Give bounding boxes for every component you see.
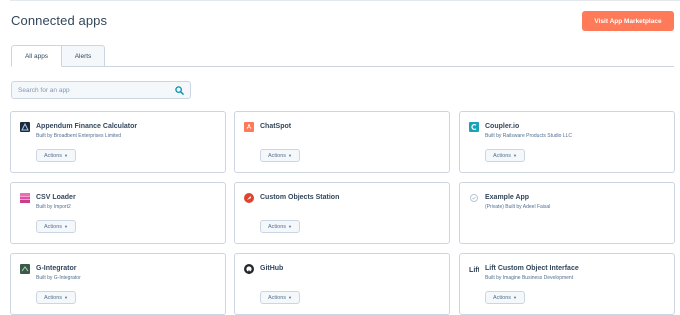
top-divider xyxy=(10,0,680,1)
page-header: Connected apps Visit App Marketplace xyxy=(11,11,674,35)
caret-down-icon: ▼ xyxy=(64,224,68,229)
app-card-example-app: Example App (Private) Built by Adeel Fai… xyxy=(459,182,675,244)
actions-button[interactable]: Actions ▼ xyxy=(36,291,76,304)
app-name: G-Integrator xyxy=(36,265,77,272)
actions-label: Actions xyxy=(492,152,512,159)
app-name: Lift Custom Object Interface xyxy=(485,265,579,272)
csv-loader-logo-icon xyxy=(20,193,30,203)
actions-label: Actions xyxy=(43,294,63,301)
caret-down-icon: ▼ xyxy=(288,224,292,229)
caret-down-icon: ▼ xyxy=(288,153,292,158)
app-builder: (Private) Built by Adeel Faisal xyxy=(485,204,551,210)
tab-alerts[interactable]: Alerts xyxy=(61,45,105,67)
search-box xyxy=(11,81,191,99)
actions-label: Actions xyxy=(492,294,512,301)
lift-logo-icon: Lift xyxy=(469,264,479,274)
app-card-csv-loader: CSV Loader Built by Import2 Actions ▼ xyxy=(10,182,226,244)
search-icon[interactable] xyxy=(172,83,186,97)
app-name: Custom Objects Station xyxy=(260,194,340,201)
app-card-custom-objects-station: Custom Objects Station Actions ▼ xyxy=(234,182,450,244)
app-name: Appendum Finance Calculator xyxy=(36,123,138,130)
app-card-lift: Lift Lift Custom Object Interface Built … xyxy=(459,253,675,315)
app-name: Coupler.io xyxy=(485,123,520,130)
actions-label: Actions xyxy=(267,294,287,301)
app-builder: Built by Broadbent Enterprises Limited xyxy=(36,133,122,139)
app-name: Example App xyxy=(485,194,530,201)
svg-text:Lift: Lift xyxy=(469,266,479,274)
chatspot-logo-icon xyxy=(244,122,254,132)
app-builder: Built by Railsware Products Studio LLC xyxy=(485,133,572,139)
actions-button[interactable]: Actions ▼ xyxy=(36,149,76,162)
appendum-logo-icon xyxy=(20,122,30,132)
caret-down-icon: ▼ xyxy=(64,295,68,300)
github-logo-icon xyxy=(244,264,254,274)
example-app-logo-icon xyxy=(469,193,479,203)
visit-app-marketplace-button[interactable]: Visit App Marketplace xyxy=(582,11,674,31)
app-card-chatspot: ChatSpot Actions ▼ xyxy=(234,111,450,173)
actions-button[interactable]: Actions ▼ xyxy=(260,291,300,304)
actions-label: Actions xyxy=(267,223,287,230)
app-card-github: GitHub Actions ▼ xyxy=(234,253,450,315)
app-builder: Built by Import2 xyxy=(36,204,71,210)
app-builder: Built by Imagine Business Development xyxy=(485,275,574,281)
coupler-logo-icon xyxy=(469,122,479,132)
actions-label: Actions xyxy=(43,223,63,230)
tab-all-apps[interactable]: All apps xyxy=(11,45,62,67)
page-title: Connected apps xyxy=(11,13,108,28)
app-card-g-integrator: G-Integrator Built by G-Integrator Actio… xyxy=(10,253,226,315)
app-card-appendum: Appendum Finance Calculator Built by Bro… xyxy=(10,111,226,173)
caret-down-icon: ▼ xyxy=(288,295,292,300)
actions-button[interactable]: Actions ▼ xyxy=(485,149,525,162)
app-name: GitHub xyxy=(260,265,284,272)
actions-button[interactable]: Actions ▼ xyxy=(36,220,76,233)
actions-button[interactable]: Actions ▼ xyxy=(260,149,300,162)
app-name: ChatSpot xyxy=(260,123,292,130)
actions-button[interactable]: Actions ▼ xyxy=(260,220,300,233)
app-card-coupler: Coupler.io Built by Railsware Products S… xyxy=(459,111,675,173)
actions-button[interactable]: Actions ▼ xyxy=(485,291,525,304)
custom-objects-logo-icon xyxy=(244,193,254,203)
caret-down-icon: ▼ xyxy=(513,153,517,158)
tabs-divider xyxy=(11,66,674,67)
app-builder: Built by G-Integrator xyxy=(36,275,81,281)
search-input[interactable] xyxy=(12,82,172,98)
actions-label: Actions xyxy=(43,152,63,159)
caret-down-icon: ▼ xyxy=(64,153,68,158)
app-name: CSV Loader xyxy=(36,194,76,201)
actions-label: Actions xyxy=(267,152,287,159)
caret-down-icon: ▼ xyxy=(513,295,517,300)
g-integrator-logo-icon xyxy=(20,264,30,274)
